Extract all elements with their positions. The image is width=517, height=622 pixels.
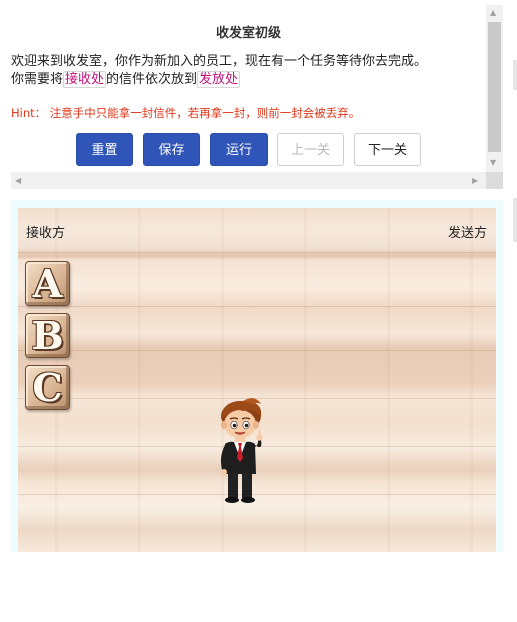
run-button[interactable]: 运行 [210, 133, 268, 166]
scroll-left-icon[interactable]: ◀ [15, 176, 21, 186]
worker-character [221, 398, 263, 503]
hint-text: Hint： 注意手中只能拿一封信件，若再拿一封，则前一封会被丢弃。 [11, 106, 361, 120]
tile-letter: B [31, 313, 64, 358]
tile-letter: A [32, 261, 63, 306]
scroll-down-icon[interactable]: ▼ [490, 158, 496, 168]
plank-line [18, 306, 496, 307]
letter-tile-b[interactable]: B [25, 313, 70, 358]
plank-line [18, 252, 496, 253]
letter-tile-a[interactable]: A [25, 261, 70, 306]
level-title: 收发室初级 [215, 26, 281, 41]
game-board: 接收方 发送方 A B C [18, 208, 496, 552]
reset-button[interactable]: 重置 [76, 133, 133, 166]
desc-text-2: 你需要将 [11, 72, 64, 87]
save-button[interactable]: 保存 [143, 133, 200, 166]
vertical-scroll-thumb[interactable] [488, 22, 501, 152]
desc-text-1: 欢迎来到收发室，你作为新加入的员工，现在有一个任务等待你去完成。 [11, 54, 428, 69]
horizontal-scrollbar[interactable]: ◀ ▶ [11, 172, 486, 189]
scrollbar-corner [486, 172, 503, 189]
vertical-scrollbar[interactable]: ▲ ▼ [486, 5, 503, 172]
send-keyword: 发放处 [197, 71, 241, 88]
tile-letter: C [32, 365, 63, 410]
prev-level-button[interactable]: 上一关 [277, 133, 344, 166]
desc-text-3: 的信件依次放到 [106, 72, 198, 87]
letter-tile-c[interactable]: C [25, 365, 70, 410]
sender-label: 发送方 [447, 226, 487, 241]
side-edge-mark [513, 198, 517, 242]
instruction-content: 收发室初级 欢迎来到收发室，你作为新加入的员工，现在有一个任务等待你去完成。 你… [11, 5, 486, 172]
scroll-up-icon[interactable]: ▲ [490, 8, 496, 18]
receiver-label: 接收方 [26, 226, 66, 241]
next-level-button[interactable]: 下一关 [354, 133, 421, 166]
level-description: 欢迎来到收发室，你作为新加入的员工，现在有一个任务等待你去完成。 你需要将 接收处… [11, 53, 481, 89]
plank-line [18, 350, 496, 351]
scroll-right-icon[interactable]: ▶ [472, 176, 478, 186]
game-board-frame: 接收方 发送方 A B C [11, 200, 503, 552]
receive-keyword: 接收处 [63, 71, 107, 88]
side-edge-mark [513, 60, 517, 90]
instruction-panel: 收发室初级 欢迎来到收发室，你作为新加入的员工，现在有一个任务等待你去完成。 你… [11, 5, 503, 189]
